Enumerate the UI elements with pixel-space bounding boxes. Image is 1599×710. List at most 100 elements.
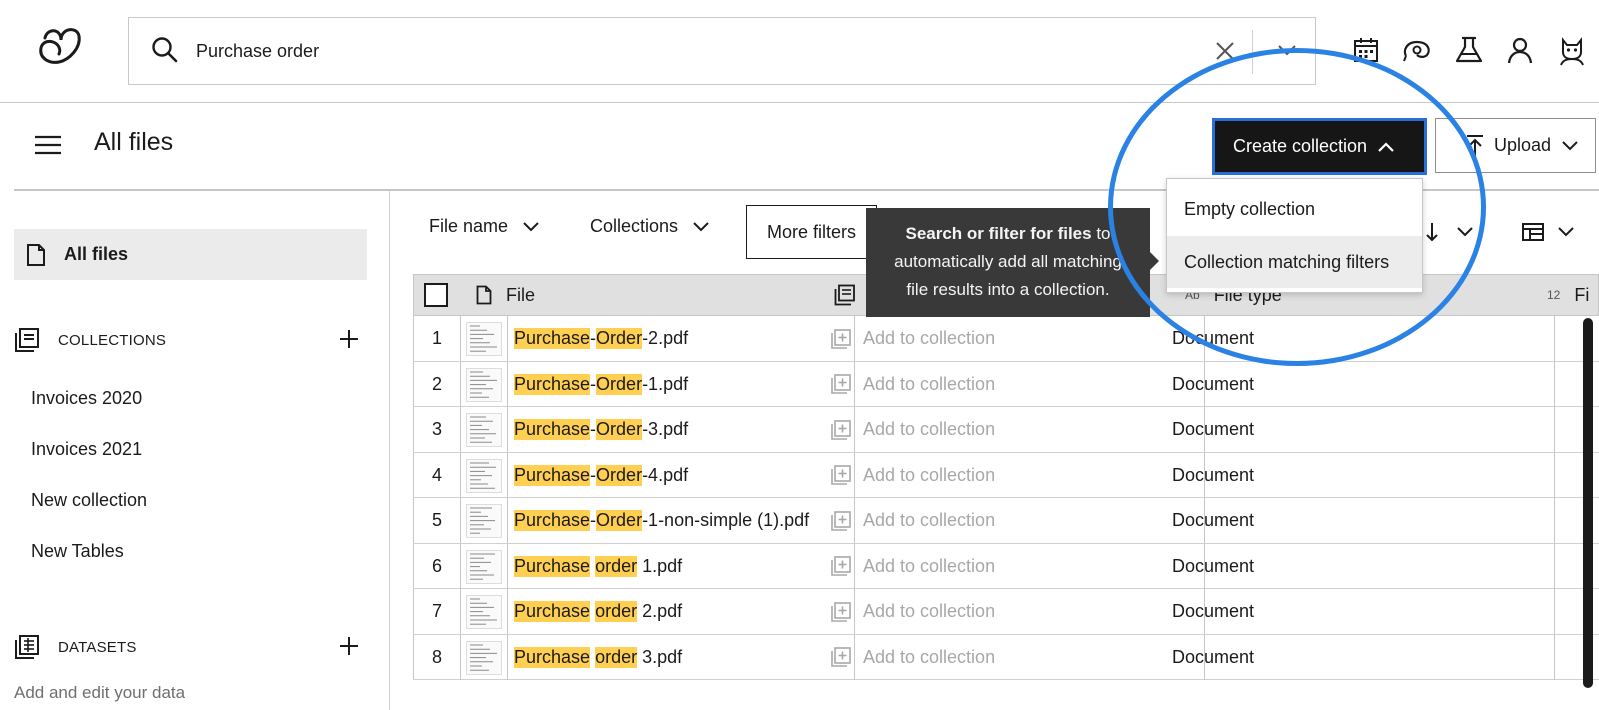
collections-column-icon[interactable] — [834, 275, 856, 315]
chevron-down-icon[interactable] — [1557, 226, 1575, 238]
file-name[interactable]: Purchase - Order -3.pdf — [514, 407, 854, 452]
sidebar-item-collection[interactable]: New collection — [31, 490, 147, 511]
file-name[interactable]: Purchase - Order -1-non-simple (1).pdf — [514, 498, 854, 543]
add-to-collection-icon — [831, 465, 851, 485]
file-thumbnail[interactable] — [466, 413, 502, 447]
file-icon — [476, 285, 492, 305]
table-row[interactable]: 3 Purchase - Order -3.pdf Add to collection Do… — [413, 407, 1599, 453]
file-thumbnail[interactable] — [466, 367, 502, 402]
add-to-collection-button[interactable]: Add to collection — [831, 635, 1191, 680]
add-to-collection-button[interactable]: Add to collection — [831, 407, 1191, 452]
file-thumbnail[interactable] — [466, 504, 502, 538]
next-column-header[interactable]: 12 Fi — [1547, 275, 1589, 315]
search-match-highlight: Order — [596, 328, 643, 349]
sidebar-item-collection[interactable]: Invoices 2020 — [31, 388, 142, 409]
table-row[interactable]: 4 Purchase - Order -4.pdf Add to collection Do… — [413, 452, 1599, 498]
search-match-highlight: order — [595, 555, 638, 577]
search-match-highlight: Purchase — [514, 373, 591, 395]
file-type-cell: Document — [1172, 464, 1255, 485]
add-to-collection-label: Add to collection — [863, 555, 996, 576]
file-type-cell: Document — [1172, 646, 1255, 667]
add-to-collection-button[interactable]: Add to collection — [831, 362, 1191, 407]
add-to-collection-icon — [831, 647, 851, 667]
add-to-collection-button[interactable]: Add to collection — [831, 453, 1191, 498]
file-type-cell: Document — [1172, 601, 1255, 621]
search-input[interactable] — [196, 32, 1156, 70]
select-all-checkbox[interactable] — [424, 275, 448, 315]
collections-filter[interactable]: Collections — [590, 216, 710, 237]
file-name[interactable]: Purchase order 3.pdf — [514, 635, 854, 680]
column-divider — [1554, 361, 1555, 407]
search-match-highlight: Purchase — [514, 601, 591, 622]
file-name-part: -1.pdf — [642, 373, 689, 394]
hamburger-menu-icon[interactable] — [34, 134, 62, 156]
add-to-collection-button[interactable]: Add to collection — [831, 589, 1191, 634]
file-thumbnail[interactable] — [466, 595, 502, 629]
file-type-cell: Document — [1172, 419, 1255, 439]
column-divider — [1554, 452, 1555, 498]
table-scrollbar[interactable] — [1583, 318, 1593, 688]
sidebar-item-label: All files — [64, 244, 129, 264]
app-logo-icon[interactable] — [35, 24, 85, 70]
tooltip-text: file results into a collection. — [906, 280, 1110, 299]
column-divider — [460, 361, 461, 407]
column-divider — [507, 452, 508, 498]
table-row[interactable]: 5 Purchase - Order -1-non-simple (1).pdf Add … — [413, 498, 1599, 544]
table-row[interactable]: 8 Purchase order 3.pdf Add to collection Do… — [413, 634, 1599, 680]
file-thumbnail[interactable] — [466, 458, 502, 493]
search-icon — [151, 36, 179, 64]
file-name[interactable]: Purchase - Order -2.pdf — [514, 316, 854, 361]
column-divider — [460, 452, 461, 498]
file-name[interactable]: Purchase - Order -4.pdf — [514, 453, 854, 498]
file-thumbnail[interactable] — [466, 322, 502, 356]
collections-icon — [14, 327, 40, 353]
add-collection-plus-icon[interactable] — [338, 328, 360, 350]
search-match-highlight: Order — [596, 510, 643, 531]
filter-label: File name — [429, 216, 509, 236]
row-index: 3 — [431, 419, 442, 439]
add-to-collection-icon — [831, 510, 851, 531]
file-name-filter[interactable]: File name — [429, 216, 540, 237]
file-thumbnail[interactable] — [466, 640, 502, 675]
add-dataset-plus-icon[interactable] — [338, 635, 360, 657]
filter-label: Collections — [590, 216, 679, 236]
row-index: 2 — [431, 373, 442, 394]
file-thumbnail[interactable] — [466, 549, 502, 584]
row-index: 4 — [431, 464, 442, 485]
datasets-section-header: DATASETS — [14, 630, 369, 664]
labs-flask-icon[interactable] — [1454, 36, 1484, 66]
add-to-collection-button[interactable]: Add to collection — [831, 498, 1191, 543]
support-icon[interactable] — [1402, 36, 1432, 66]
column-divider — [507, 543, 508, 589]
file-name[interactable]: Purchase - Order -1.pdf — [514, 362, 854, 407]
add-to-collection-button[interactable]: Add to collection — [831, 544, 1191, 589]
avatar-icon[interactable] — [1557, 36, 1587, 66]
file-column-header[interactable]: File — [476, 275, 535, 315]
add-to-collection-label: Add to collection — [863, 646, 996, 667]
sidebar-item-collection[interactable]: Invoices 2021 — [31, 439, 142, 460]
search-match-highlight: Order — [596, 464, 643, 486]
view-options-icon[interactable] — [1522, 222, 1544, 242]
row-index: 5 — [431, 510, 442, 530]
column-label: Fi — [1574, 284, 1590, 305]
add-to-collection-label: Add to collection — [863, 328, 996, 348]
search-match-highlight: Purchase — [514, 510, 591, 531]
add-to-collection-icon — [831, 556, 851, 576]
chevron-down-icon — [692, 221, 710, 233]
search-match-highlight: order — [595, 646, 638, 668]
user-icon[interactable] — [1506, 36, 1536, 66]
search-match-highlight: Purchase — [514, 419, 591, 440]
file-name[interactable]: Purchase order 1.pdf — [514, 544, 854, 589]
column-divider — [507, 634, 508, 680]
table-row[interactable]: 7 Purchase order 2.pdf Add to collection Do… — [413, 589, 1599, 635]
add-to-collection-label: Add to collection — [863, 510, 996, 530]
chevron-down-icon — [522, 221, 540, 233]
sidebar-item-all-files[interactable]: All files — [14, 229, 367, 280]
table-row[interactable]: 2 Purchase - Order -1.pdf Add to collection Do… — [413, 361, 1599, 407]
file-name[interactable]: Purchase order 2.pdf — [514, 589, 854, 634]
column-divider — [507, 498, 508, 543]
table-row[interactable]: 6 Purchase order 1.pdf Add to collection Do… — [413, 543, 1599, 589]
sidebar-item-collection[interactable]: New Tables — [31, 541, 124, 562]
more-filters-button[interactable]: More filters — [746, 205, 877, 259]
add-to-collection-button[interactable]: Add to collection — [831, 316, 1191, 361]
